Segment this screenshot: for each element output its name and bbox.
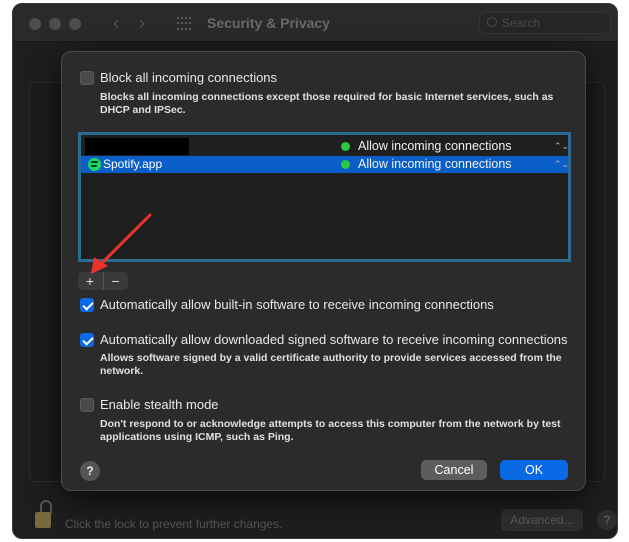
redacted-app-name [85, 138, 189, 155]
spotify-icon [88, 158, 101, 171]
status-dot-icon [341, 160, 350, 169]
search-placeholder: Search [502, 16, 541, 30]
popup-chevron-icon[interactable]: ⌃⌄ [554, 157, 569, 172]
pane-help-button[interactable]: ? [597, 510, 617, 530]
advanced-button[interactable]: Advanced... [501, 509, 583, 531]
stealth-mode-description: Don't respond to or acknowledge attempts… [100, 418, 561, 443]
close-window-button[interactable] [29, 18, 41, 30]
cancel-button[interactable]: Cancel [421, 460, 487, 480]
builtin-software-label: Automatically allow built-in software to… [100, 297, 494, 312]
help-button[interactable]: ? [80, 461, 100, 481]
show-all-grid-icon[interactable] [177, 17, 191, 31]
firewall-options-sheet: Block all incoming connections Blocks al… [61, 51, 586, 491]
remove-app-button[interactable]: − [103, 272, 127, 290]
search-icon [487, 17, 497, 27]
signed-software-description: Allows software signed by a valid certif… [100, 352, 562, 377]
signed-software-checkbox[interactable] [80, 333, 94, 347]
stealth-mode-label: Enable stealth mode [100, 397, 219, 412]
list-item-selected[interactable]: Spotify.app Allow incoming connections ⌃… [81, 156, 569, 173]
back-button[interactable]: ‹ [113, 14, 119, 32]
app-name: Spotify.app [103, 157, 163, 171]
title-bar: ‹ › Security & Privacy Search [13, 4, 617, 42]
add-app-button[interactable]: + [78, 272, 102, 290]
window-title: Security & Privacy [207, 15, 330, 31]
zoom-window-button[interactable] [69, 18, 81, 30]
builtin-software-checkbox[interactable] [80, 298, 94, 312]
ok-button[interactable]: OK [500, 460, 568, 480]
block-all-label: Block all incoming connections [100, 70, 278, 85]
status-dot-icon [341, 142, 350, 151]
search-input[interactable]: Search [479, 12, 611, 34]
connection-status-popup[interactable]: Allow incoming connections [358, 157, 512, 171]
block-all-description: Blocks all incoming connections except t… [100, 91, 554, 116]
forward-button[interactable]: › [139, 14, 145, 32]
block-all-checkbox[interactable] [80, 71, 94, 85]
popup-chevron-icon[interactable]: ⌃⌄ [554, 139, 569, 154]
app-connection-list[interactable]: Allow incoming connections ⌃⌄ Spotify.ap… [78, 132, 571, 262]
list-item[interactable]: Allow incoming connections ⌃⌄ [81, 138, 569, 155]
lock-status-text: Click the lock to prevent further change… [65, 517, 283, 531]
add-remove-control: + − [78, 272, 128, 290]
minimize-window-button[interactable] [49, 18, 61, 30]
signed-software-label: Automatically allow downloaded signed so… [100, 332, 568, 347]
connection-status-popup[interactable]: Allow incoming connections [358, 139, 512, 153]
lock-icon[interactable] [33, 500, 55, 532]
stealth-mode-checkbox[interactable] [80, 398, 94, 412]
